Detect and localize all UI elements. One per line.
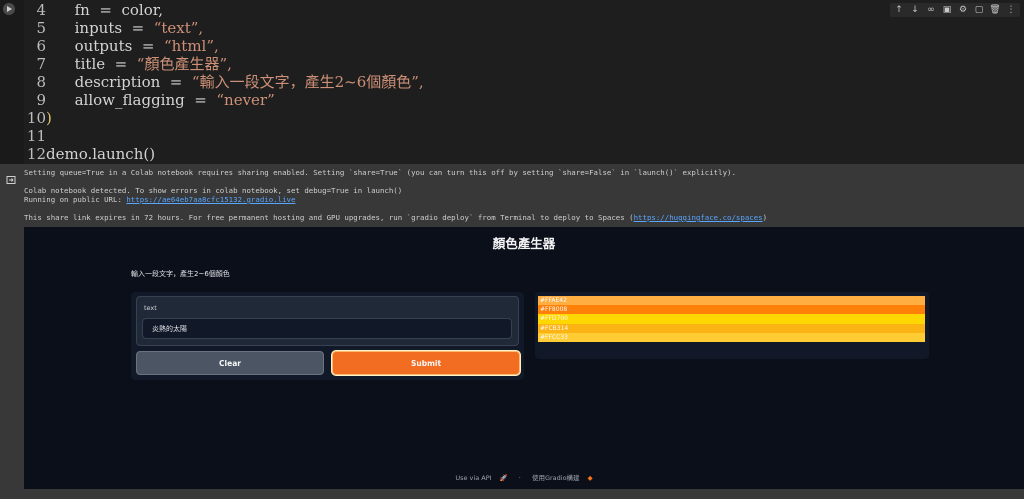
code-line: 12demo.launch() <box>24 145 155 163</box>
clear-button[interactable]: Clear <box>136 351 324 375</box>
text-input-block: text 炎熱的太陽 <box>136 296 519 346</box>
input-panel: text 炎熱的太陽 Clear Submit <box>131 292 524 380</box>
code-text: fn = color, <box>46 1 164 19</box>
code-line: 7 title = “顏色產生器”, <box>24 55 232 73</box>
more-icon[interactable]: ⋮ <box>1005 4 1017 16</box>
line-number: 10 <box>26 109 46 127</box>
use-via-api-link[interactable]: Use via API 🚀 <box>452 474 510 482</box>
line-number: 4 <box>36 1 46 19</box>
code-text: inputs = <box>46 19 154 37</box>
cell-toolbar: ↑ ↓ ∞ ▣ ⚙ ▢ 🗑 ⋮ <box>890 3 1020 17</box>
code-line: 8 description = “輸入一段文字，產生2~6個顏色”, <box>24 73 424 91</box>
code-editor[interactable]: 4 fn = color, 5 inputs = “text”, 6 outputs… <box>24 0 1024 164</box>
code-string: “html”, <box>163 37 219 55</box>
input-label: text <box>144 304 157 312</box>
run-cell-button[interactable] <box>3 3 15 15</box>
line-number: 5 <box>36 19 46 37</box>
footer-separator: · <box>518 474 521 482</box>
cell-gutter <box>0 0 24 164</box>
delete-icon[interactable]: 🗑 <box>989 4 1001 16</box>
gradio-logo-icon: ◆ <box>587 474 593 482</box>
text-input[interactable]: 炎熱的太陽 <box>142 318 512 339</box>
code-line: 10) <box>24 109 52 127</box>
code-cell: 4 fn = color, 5 inputs = “text”, 6 outputs… <box>0 0 1024 164</box>
move-down-icon[interactable]: ↓ <box>909 4 921 16</box>
code-string: “輸入一段文字，產生2~6個顏色”, <box>191 73 424 91</box>
output-panel: #FFAE42 #FF8008 #FFD700 #FCB314 #FFCC33 <box>535 292 929 359</box>
line-number: 12 <box>26 145 46 163</box>
color-swatch: #FF8008 <box>538 305 925 315</box>
app-title: 顏色產生器 <box>492 236 556 251</box>
cell-output: Setting queue=True in a Colab notebook r… <box>0 164 1024 499</box>
code-line: 6 outputs = “html”, <box>24 37 219 55</box>
color-swatch: #FFCC33 <box>538 332 925 342</box>
color-swatch-list: #FFAE42 #FF8008 #FFD700 #FCB314 #FFCC33 <box>538 296 925 342</box>
line-number: 8 <box>36 73 46 91</box>
mirror-cell-icon[interactable]: ▢ <box>973 4 985 16</box>
color-swatch: #FFD700 <box>538 314 925 324</box>
code-text: demo.launch() <box>46 145 156 163</box>
line-number: 6 <box>36 37 46 55</box>
log-line: This share link expires in 72 hours. For… <box>24 213 768 222</box>
log-line: Setting queue=True in a Colab notebook r… <box>24 168 736 177</box>
code-line: 5 inputs = “text”, <box>24 19 203 37</box>
comment-icon[interactable]: ▣ <box>941 4 953 16</box>
color-swatch: #FCB314 <box>538 323 925 333</box>
app-footer: Use via API 🚀 · 使用Gradio構建 ◆ <box>24 472 1024 482</box>
code-text: title = <box>46 55 137 73</box>
code-line: 11 <box>24 127 46 145</box>
link-icon[interactable]: ∞ <box>925 4 937 16</box>
gear-icon[interactable]: ⚙ <box>957 4 969 16</box>
gradio-app: 顏色產生器 輸入一段文字，產生2~6個顏色 text 炎熱的太陽 Clear S… <box>24 227 1024 489</box>
log-line: Running on public URL: https://ae64eb7aa… <box>24 195 296 204</box>
output-log: Setting queue=True in a Colab notebook r… <box>24 168 1014 222</box>
move-up-icon[interactable]: ↑ <box>893 4 905 16</box>
line-number: 9 <box>36 91 46 109</box>
code-text: outputs = <box>46 37 164 55</box>
code-line: 4 fn = color, <box>24 1 163 19</box>
line-number: 11 <box>26 127 46 145</box>
color-swatch: #FFAE42 <box>538 296 925 306</box>
code-line: 9 allow_flagging = “never” <box>24 91 275 109</box>
app-description: 輸入一段文字，產生2~6個顏色 <box>131 270 230 278</box>
code-text: allow_flagging = <box>46 91 217 109</box>
play-icon <box>7 6 12 12</box>
code-string: “顏色產生器”, <box>136 55 232 73</box>
code-text: description = <box>46 73 192 91</box>
public-url-link[interactable]: https://ae64eb7aa8cfc15132.gradio.live <box>126 195 295 204</box>
code-string: “never” <box>216 91 275 109</box>
submit-button[interactable]: Submit <box>332 351 520 375</box>
output-clear-icon[interactable] <box>6 170 16 184</box>
log-line: Colab notebook detected. To show errors … <box>24 186 403 195</box>
rocket-icon: 🚀 <box>499 474 508 482</box>
built-with-gradio-link[interactable]: 使用Gradio構建 ◆ <box>529 474 596 482</box>
line-number: 7 <box>36 55 46 73</box>
code-text: ) <box>46 109 52 127</box>
code-string: “text”, <box>153 19 204 37</box>
spaces-link[interactable]: https://huggingface.co/spaces <box>634 213 763 222</box>
